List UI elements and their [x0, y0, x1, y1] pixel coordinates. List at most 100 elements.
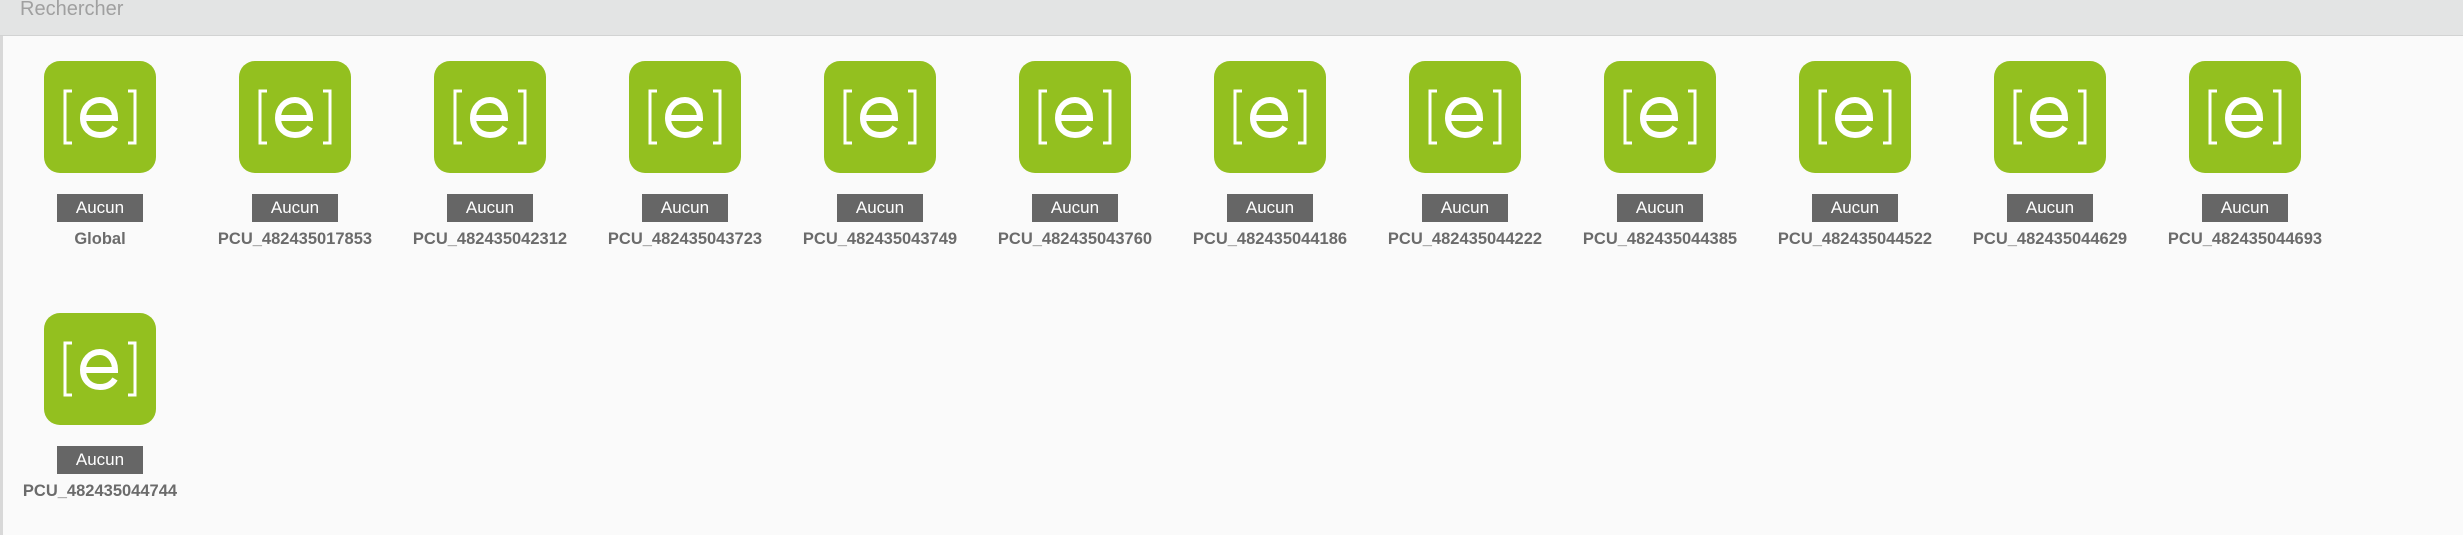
- right-bracket: [323, 89, 332, 145]
- e-logo-glyph: [258, 89, 332, 145]
- status-badge: Aucun: [57, 446, 143, 474]
- e-logo-glyph: [1818, 89, 1892, 145]
- left-bracket: [2208, 89, 2217, 145]
- status-badge: Aucun: [2202, 194, 2288, 222]
- right-bracket: [2273, 89, 2282, 145]
- item-name: PCU_482435043749: [802, 230, 958, 248]
- letter-e: [1834, 96, 1874, 139]
- e-logo-icon: [1799, 61, 1911, 173]
- left-bracket: [1818, 89, 1827, 145]
- e-logo-glyph: [63, 341, 137, 397]
- item-tile[interactable]: Aucun PCU_482435043723: [590, 61, 780, 261]
- e-logo-glyph: [1233, 89, 1307, 145]
- left-bracket: [648, 89, 657, 145]
- right-bracket: [908, 89, 917, 145]
- status-badge: Aucun: [252, 194, 338, 222]
- left-bracket: [453, 89, 462, 145]
- item-name: PCU_482435044222: [1387, 230, 1543, 248]
- letter-e: [1639, 96, 1679, 139]
- item-tile[interactable]: Aucun PCU_482435042312: [395, 61, 585, 261]
- status-badge: Aucun: [2007, 194, 2093, 222]
- item-tile[interactable]: Aucun PCU_482435044222: [1370, 61, 1560, 261]
- right-bracket: [1688, 89, 1697, 145]
- item-tile[interactable]: Aucun PCU_482435044522: [1760, 61, 1950, 261]
- status-badge: Aucun: [1812, 194, 1898, 222]
- letter-e: [664, 96, 704, 139]
- e-logo-glyph: [2208, 89, 2282, 145]
- letter-e: [2224, 96, 2264, 139]
- status-badge: Aucun: [642, 194, 728, 222]
- left-bracket: [258, 89, 267, 145]
- e-logo-icon: [44, 313, 156, 425]
- left-bracket: [1233, 89, 1242, 145]
- right-bracket: [1298, 89, 1307, 145]
- e-logo-glyph: [648, 89, 722, 145]
- status-badge: Aucun: [1617, 194, 1703, 222]
- item-tile[interactable]: Aucun PCU_482435044744: [5, 313, 195, 513]
- item-name: PCU_482435044744: [22, 482, 178, 500]
- item-tile[interactable]: Aucun PCU_482435017853: [200, 61, 390, 261]
- right-bracket: [128, 89, 137, 145]
- item-tile[interactable]: Aucun Global: [5, 61, 195, 261]
- item-name: PCU_482435042312: [412, 230, 568, 248]
- item-name: PCU_482435044385: [1582, 230, 1738, 248]
- item-tile[interactable]: Aucun PCU_482435043749: [785, 61, 975, 261]
- status-badge: Aucun: [1227, 194, 1313, 222]
- e-logo-icon: [1604, 61, 1716, 173]
- item-name: Global: [74, 230, 126, 248]
- right-bracket: [128, 341, 137, 397]
- item-name: PCU_482435043760: [997, 230, 1153, 248]
- left-bracket: [2013, 89, 2022, 145]
- e-logo-glyph: [1038, 89, 1112, 145]
- item-tile[interactable]: Aucun PCU_482435044186: [1175, 61, 1365, 261]
- right-bracket: [518, 89, 527, 145]
- status-badge: Aucun: [447, 194, 533, 222]
- item-name: PCU_482435044693: [2167, 230, 2323, 248]
- item-tile[interactable]: Aucun PCU_482435044693: [2150, 61, 2340, 261]
- letter-e: [469, 96, 509, 139]
- right-bracket: [1493, 89, 1502, 145]
- e-logo-icon: [629, 61, 741, 173]
- e-logo-icon: [2189, 61, 2301, 173]
- letter-e: [79, 96, 119, 139]
- e-logo-icon: [1994, 61, 2106, 173]
- e-logo-glyph: [1428, 89, 1502, 145]
- status-badge: Aucun: [1422, 194, 1508, 222]
- left-bracket: [843, 89, 852, 145]
- e-logo-glyph: [2013, 89, 2087, 145]
- e-logo-icon: [1409, 61, 1521, 173]
- item-tile[interactable]: Aucun PCU_482435044385: [1565, 61, 1755, 261]
- e-logo-glyph: [1623, 89, 1697, 145]
- e-logo-icon: [1019, 61, 1131, 173]
- status-badge: Aucun: [1032, 194, 1118, 222]
- item-name: PCU_482435044629: [1972, 230, 2128, 248]
- item-name: PCU_482435043723: [607, 230, 763, 248]
- e-logo-icon: [434, 61, 546, 173]
- item-grid: Aucun Global Aucun PCU_482435017853 Aucu…: [0, 0, 2463, 535]
- letter-e: [859, 96, 899, 139]
- left-bracket: [1428, 89, 1437, 145]
- e-logo-icon: [1214, 61, 1326, 173]
- letter-e: [274, 96, 314, 139]
- letter-e: [1444, 96, 1484, 139]
- left-bracket: [63, 341, 72, 397]
- e-logo-glyph: [63, 89, 137, 145]
- item-tile[interactable]: Aucun PCU_482435043760: [980, 61, 1170, 261]
- letter-e: [79, 348, 119, 391]
- right-bracket: [1883, 89, 1892, 145]
- item-tile[interactable]: Aucun PCU_482435044629: [1955, 61, 2145, 261]
- letter-e: [2029, 96, 2069, 139]
- item-name: PCU_482435044186: [1192, 230, 1348, 248]
- e-logo-icon: [824, 61, 936, 173]
- status-badge: Aucun: [57, 194, 143, 222]
- right-bracket: [1103, 89, 1112, 145]
- status-badge: Aucun: [837, 194, 923, 222]
- e-logo-icon: [239, 61, 351, 173]
- e-logo-icon: [44, 61, 156, 173]
- item-name: PCU_482435044522: [1777, 230, 1933, 248]
- letter-e: [1054, 96, 1094, 139]
- right-bracket: [2078, 89, 2087, 145]
- item-name: PCU_482435017853: [217, 230, 373, 248]
- left-bracket: [1038, 89, 1047, 145]
- e-logo-glyph: [843, 89, 917, 145]
